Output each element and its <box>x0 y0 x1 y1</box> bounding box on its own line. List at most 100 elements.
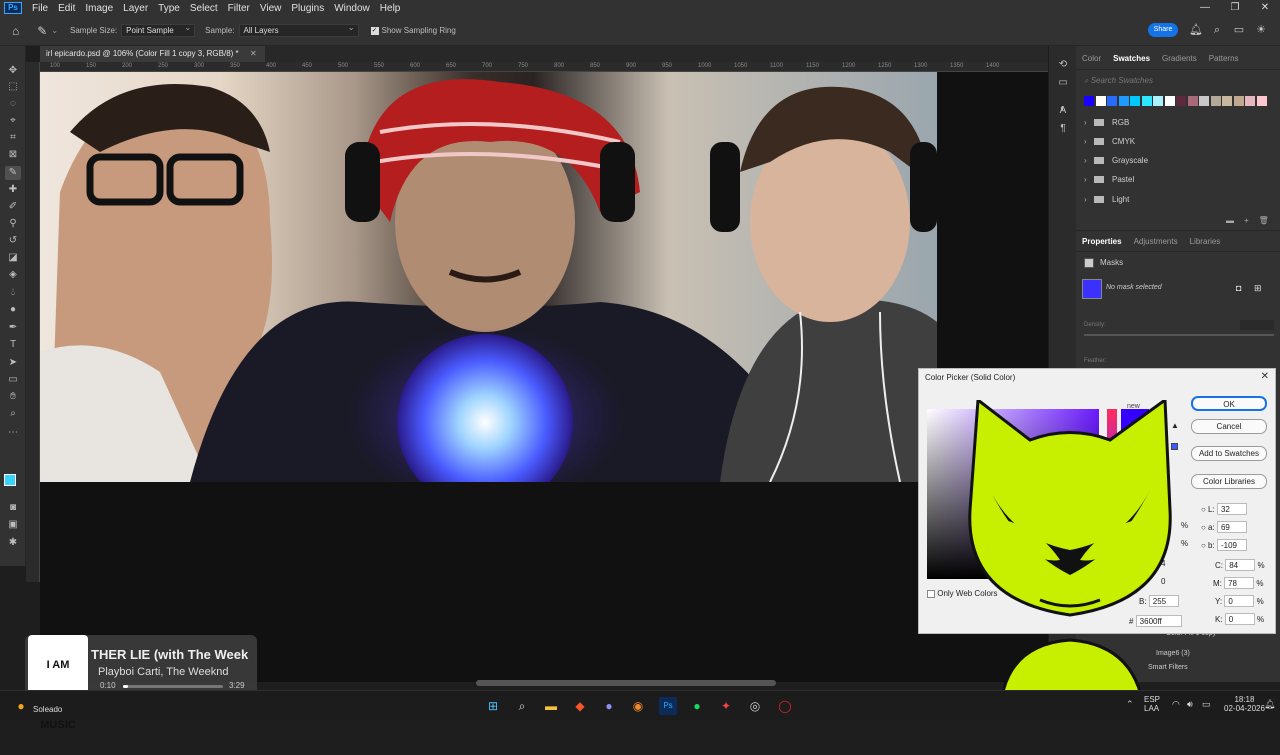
swatch-folder-pastel[interactable]: › Pastel <box>1084 171 1134 189</box>
close-button[interactable]: ✕ <box>1250 0 1280 16</box>
home-icon[interactable]: ⌂ <box>12 24 19 38</box>
swatch-chip[interactable] <box>1153 96 1163 106</box>
dodge-tool-icon[interactable]: ● <box>5 303 21 317</box>
cmyk-c-value[interactable]: 84 <box>1225 559 1256 571</box>
menu-type[interactable]: Type <box>153 3 185 14</box>
tab-patterns[interactable]: Patterns <box>1203 54 1245 63</box>
menu-help[interactable]: Help <box>375 3 406 14</box>
tab-swatches[interactable]: Swatches <box>1107 54 1156 63</box>
density-slider[interactable] <box>1084 334 1274 336</box>
tab-adjustments[interactable]: Adjustments <box>1128 237 1184 246</box>
stamp-tool-icon[interactable]: ⚲ <box>5 217 21 231</box>
zoom-tool-icon[interactable]: ⌕ <box>5 407 21 421</box>
document-image[interactable] <box>40 72 937 482</box>
new-swatch-icon[interactable]: + <box>1244 216 1259 225</box>
document-tab[interactable]: irl epicardo.psd @ 106% (Color Fill 1 co… <box>40 46 265 62</box>
foreground-color-swatch[interactable] <box>4 474 16 486</box>
steam-icon[interactable]: ◎ <box>746 697 764 715</box>
quick-mask-icon[interactable]: ◙ <box>5 501 21 515</box>
frame-tool-icon[interactable]: ⊠ <box>5 148 21 162</box>
swatch-chip[interactable] <box>1118 96 1129 106</box>
character-panel-icon[interactable]: A <box>1055 104 1071 118</box>
eyedropper-tool-icon[interactable]: ✎ <box>5 166 21 180</box>
swatch-chip[interactable] <box>1095 96 1106 106</box>
paint-bucket-icon[interactable]: ◈ <box>5 268 21 282</box>
spotify-icon[interactable]: ● <box>688 697 706 715</box>
search-icon[interactable]: ⌕ <box>513 697 531 715</box>
menu-image[interactable]: Image <box>80 3 118 14</box>
eraser-tool-icon[interactable]: ◪ <box>5 251 21 265</box>
screen-mode-icon[interactable]: ▣ <box>5 518 21 532</box>
object-select-tool-icon[interactable]: ⌖ <box>5 114 21 128</box>
volume-icon[interactable]: 🔊︎ <box>1187 699 1193 710</box>
progress-track[interactable] <box>123 685 223 688</box>
menu-filter[interactable]: Filter <box>223 3 255 14</box>
weather-sun-icon[interactable]: ● <box>12 697 30 715</box>
add-pixel-mask-icon[interactable]: ◘ <box>1236 283 1241 293</box>
sample-select[interactable]: All Layers <box>238 22 359 37</box>
swatch-chip[interactable] <box>1187 96 1198 106</box>
language-indicator[interactable]: ESP LAA <box>1144 695 1160 713</box>
comments-panel-icon[interactable]: ▭ <box>1055 76 1071 90</box>
swatch-folder-cmyk[interactable]: › CMYK <box>1084 133 1135 151</box>
menu-edit[interactable]: Edit <box>53 3 80 14</box>
brush-tool-icon[interactable]: ✐ <box>5 200 21 214</box>
horizontal-scrollbar[interactable] <box>476 680 776 686</box>
move-tool-icon[interactable]: ✥ <box>5 64 21 78</box>
swatch-chip[interactable] <box>1222 96 1232 106</box>
swatch-chip[interactable] <box>1233 96 1244 106</box>
tab-gradients[interactable]: Gradients <box>1156 54 1203 63</box>
share-button[interactable]: Share <box>1148 23 1178 37</box>
only-web-colors-checkbox[interactable] <box>927 589 935 598</box>
menu-file[interactable]: File <box>27 3 53 14</box>
bell-icon[interactable]: 🔔︎ <box>1189 24 1203 36</box>
history-panel-icon[interactable]: ⟲ <box>1055 58 1071 72</box>
swatch-chip[interactable] <box>1176 96 1186 106</box>
cmyk-y-value[interactable]: 0 <box>1224 595 1255 607</box>
app-icon[interactable]: ✦ <box>717 697 735 715</box>
ok-button[interactable]: OK <box>1191 396 1267 411</box>
menu-view[interactable]: View <box>255 3 287 14</box>
lasso-tool-icon[interactable]: ◌ <box>5 97 21 111</box>
mask-thumbnail[interactable] <box>1082 279 1102 299</box>
paragraph-panel-icon[interactable]: ¶ <box>1055 122 1071 136</box>
swatch-chip[interactable] <box>1084 96 1094 106</box>
wifi-icon[interactable]: ◠ <box>1172 699 1180 710</box>
sample-size-select[interactable]: Point Sample <box>121 22 196 37</box>
menu-layer[interactable]: Layer <box>118 3 153 14</box>
cmyk-k-value[interactable]: 0 <box>1224 613 1255 625</box>
battery-icon[interactable]: ▭ <box>1202 699 1211 710</box>
swatch-chip[interactable] <box>1164 96 1175 106</box>
generative-icon[interactable]: ✱ <box>5 536 21 550</box>
swatch-chip[interactable] <box>1245 96 1255 106</box>
add-vector-mask-icon[interactable]: ⊞ <box>1254 283 1262 294</box>
add-to-swatches-button[interactable]: Add to Swatches <box>1191 446 1267 461</box>
swatch-search[interactable]: ⌕ Search Swatches <box>1084 76 1272 89</box>
brave-browser-icon[interactable]: ◆ <box>571 697 589 715</box>
menu-select[interactable]: Select <box>185 3 223 14</box>
swatch-chip[interactable] <box>1130 96 1140 106</box>
path-select-icon[interactable]: ➤ <box>5 356 21 370</box>
tray-chevron-icon[interactable]: ⌃ <box>1126 699 1134 710</box>
search-icon[interactable]: ⌕ <box>1211 24 1223 36</box>
tab-libraries[interactable]: Libraries <box>1184 237 1227 246</box>
tool-preset-chevron-icon[interactable]: ⌄ <box>51 26 58 35</box>
notification-bell-icon[interactable]: 🔔︎ <box>1264 699 1275 710</box>
menu-plugins[interactable]: Plugins <box>286 3 329 14</box>
file-explorer-icon[interactable]: ▬ <box>542 697 560 715</box>
density-field[interactable] <box>1240 320 1274 330</box>
close-tab-icon[interactable]: ✕ <box>250 46 257 62</box>
lab-l-value[interactable]: 32 <box>1216 503 1247 515</box>
swatch-chip[interactable] <box>1256 96 1267 106</box>
swatch-chip[interactable] <box>1107 96 1117 106</box>
minimize-button[interactable]: — <box>1190 0 1220 16</box>
eyedropper-tool-icon[interactable]: ✎ <box>37 24 47 38</box>
swatch-chip[interactable] <box>1199 96 1209 106</box>
media-now-playing[interactable]: I AM MUSIC THER LIE (with The Week Playb… <box>25 635 257 731</box>
discord-icon[interactable]: ● <box>600 697 618 715</box>
menu-window[interactable]: Window <box>329 3 375 14</box>
rectangle-tool-icon[interactable]: ▭ <box>5 373 21 387</box>
blur-tool-icon[interactable]: 💧︎ <box>5 286 21 300</box>
windows-start-icon[interactable]: ⊞ <box>484 697 502 715</box>
more-tools-icon[interactable]: ⋯ <box>5 426 21 440</box>
